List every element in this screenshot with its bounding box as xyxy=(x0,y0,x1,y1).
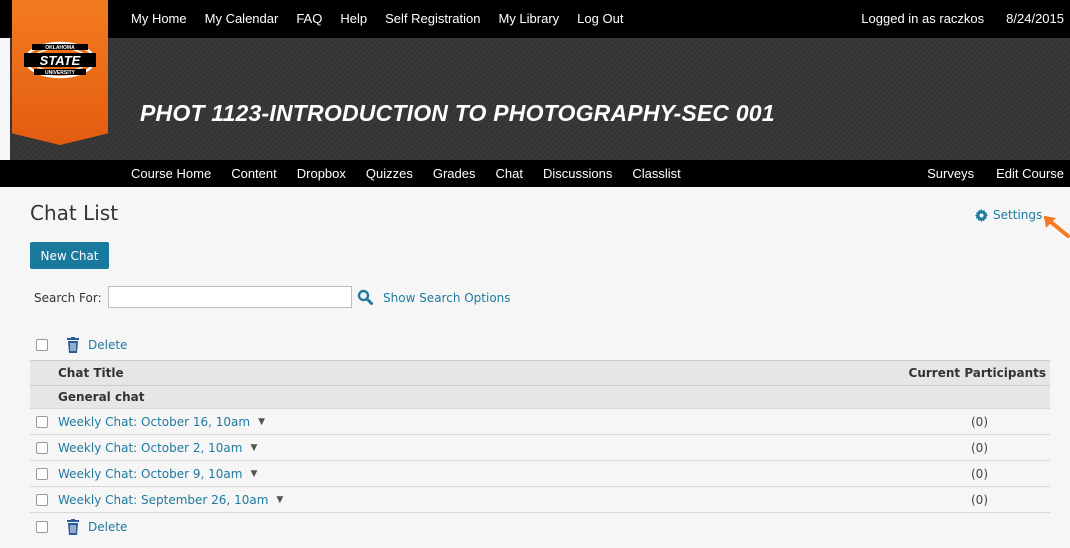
top-navigation-bar: My Home My Calendar FAQ Help Self Regist… xyxy=(0,0,1070,38)
chat-link[interactable]: Weekly Chat: September 26, 10am xyxy=(58,493,268,507)
caret-down-icon[interactable]: ▼ xyxy=(276,495,283,505)
col-chat-title[interactable]: Chat Title xyxy=(30,366,909,380)
course-nav-course-home[interactable]: Course Home xyxy=(131,166,211,181)
nav-my-calendar[interactable]: My Calendar xyxy=(205,11,279,26)
chat-link[interactable]: Weekly Chat: October 16, 10am xyxy=(58,415,250,429)
course-title: PHOT 1123-INTRODUCTION TO PHOTOGRAPHY-SE… xyxy=(140,100,775,126)
show-search-options-link[interactable]: Show Search Options xyxy=(383,291,511,305)
logged-in-label: Logged in as raczkos xyxy=(861,11,985,26)
chat-link[interactable]: Weekly Chat: October 9, 10am xyxy=(58,467,242,481)
nav-my-library[interactable]: My Library xyxy=(498,11,559,26)
new-chat-button[interactable]: New Chat xyxy=(30,242,109,269)
logo-bottom-text: UNIVERSITY xyxy=(45,70,76,76)
nav-help[interactable]: Help xyxy=(340,11,367,26)
course-navigation-bar: Course Home Content Dropbox Quizzes Grad… xyxy=(0,160,1070,187)
gear-icon xyxy=(975,208,988,222)
participant-count: (0) xyxy=(971,466,988,481)
annotation-arrow-icon xyxy=(1044,216,1070,238)
course-banner: PHOT 1123-INTRODUCTION TO PHOTOGRAPHY-SE… xyxy=(10,38,1070,160)
logo-top-text: OKLAHOMA xyxy=(45,45,75,51)
select-all-checkbox-top[interactable] xyxy=(36,339,48,351)
university-logo-ribbon[interactable]: OKLAHOMA STATE UNIVERSITY xyxy=(12,0,108,145)
chat-link[interactable]: Weekly Chat: October 2, 10am xyxy=(58,441,242,455)
search-icon[interactable] xyxy=(356,288,374,306)
chat-title: Weekly Chat: September 26, 10am ▼ xyxy=(58,493,283,507)
course-nav-discussions[interactable]: Discussions xyxy=(543,166,612,181)
delete-label: Delete xyxy=(88,520,128,534)
delete-action-bottom[interactable]: Delete xyxy=(66,519,127,535)
course-nav-dropbox[interactable]: Dropbox xyxy=(297,166,346,181)
chat-title: Weekly Chat: October 9, 10am ▼ xyxy=(58,467,257,481)
participant-count: (0) xyxy=(971,492,988,507)
current-date: 8/24/2015 xyxy=(1006,11,1064,26)
course-nav-surveys[interactable]: Surveys xyxy=(927,166,974,181)
row-checkbox[interactable] xyxy=(36,442,48,454)
table-row: Weekly Chat: October 16, 10am ▼ (0) xyxy=(30,408,1050,434)
caret-down-icon[interactable]: ▼ xyxy=(258,417,265,427)
row-checkbox[interactable] xyxy=(36,468,48,480)
course-nav-quizzes[interactable]: Quizzes xyxy=(366,166,413,181)
course-nav-classlist[interactable]: Classlist xyxy=(632,166,680,181)
page-title: Chat List xyxy=(30,201,119,225)
nav-self-registration[interactable]: Self Registration xyxy=(385,11,480,26)
table-row: Weekly Chat: October 2, 10am ▼ (0) xyxy=(30,434,1050,460)
course-nav-right: Surveys Edit Course xyxy=(927,166,1064,181)
trash-icon xyxy=(67,337,79,353)
nav-faq[interactable]: FAQ xyxy=(296,11,322,26)
col-current-participants[interactable]: Current Participants xyxy=(909,366,1050,380)
settings-link[interactable]: Settings xyxy=(975,208,1042,222)
osu-logo: OKLAHOMA STATE UNIVERSITY xyxy=(24,41,96,79)
chat-title: Weekly Chat: October 16, 10am ▼ xyxy=(58,415,265,429)
top-nav-links: My Home My Calendar FAQ Help Self Regist… xyxy=(131,11,623,26)
delete-label: Delete xyxy=(88,338,128,352)
select-all-checkbox-bottom[interactable] xyxy=(36,521,48,533)
chat-title: Weekly Chat: October 2, 10am ▼ xyxy=(58,441,257,455)
caret-down-icon[interactable]: ▼ xyxy=(250,469,257,479)
group-header: General chat xyxy=(30,385,1050,408)
logo-main-text: STATE xyxy=(40,53,81,68)
course-nav-edit-course[interactable]: Edit Course xyxy=(996,166,1064,181)
caret-down-icon[interactable]: ▼ xyxy=(250,443,257,453)
course-nav-chat[interactable]: Chat xyxy=(496,166,523,181)
search-input[interactable] xyxy=(108,286,352,308)
course-nav-content[interactable]: Content xyxy=(231,166,277,181)
search-label: Search For: xyxy=(34,291,102,305)
table-row: Weekly Chat: October 9, 10am ▼ (0) xyxy=(30,460,1050,486)
settings-label: Settings xyxy=(993,208,1043,222)
course-nav-links: Course Home Content Dropbox Quizzes Grad… xyxy=(131,166,681,181)
delete-action-top[interactable]: Delete xyxy=(66,337,127,353)
nav-my-home[interactable]: My Home xyxy=(131,11,187,26)
course-nav-grades[interactable]: Grades xyxy=(433,166,476,181)
nav-log-out[interactable]: Log Out xyxy=(577,11,623,26)
table-row: Weekly Chat: September 26, 10am ▼ (0) xyxy=(30,486,1050,513)
participant-count: (0) xyxy=(971,440,988,455)
trash-icon xyxy=(67,519,79,535)
user-info: Logged in as raczkos 8/24/2015 xyxy=(861,11,1064,26)
table-header: Chat Title Current Participants xyxy=(30,360,1050,385)
participant-count: (0) xyxy=(971,414,988,429)
chat-table: Chat Title Current Participants General … xyxy=(30,360,1050,513)
row-checkbox[interactable] xyxy=(36,416,48,428)
row-checkbox[interactable] xyxy=(36,494,48,506)
